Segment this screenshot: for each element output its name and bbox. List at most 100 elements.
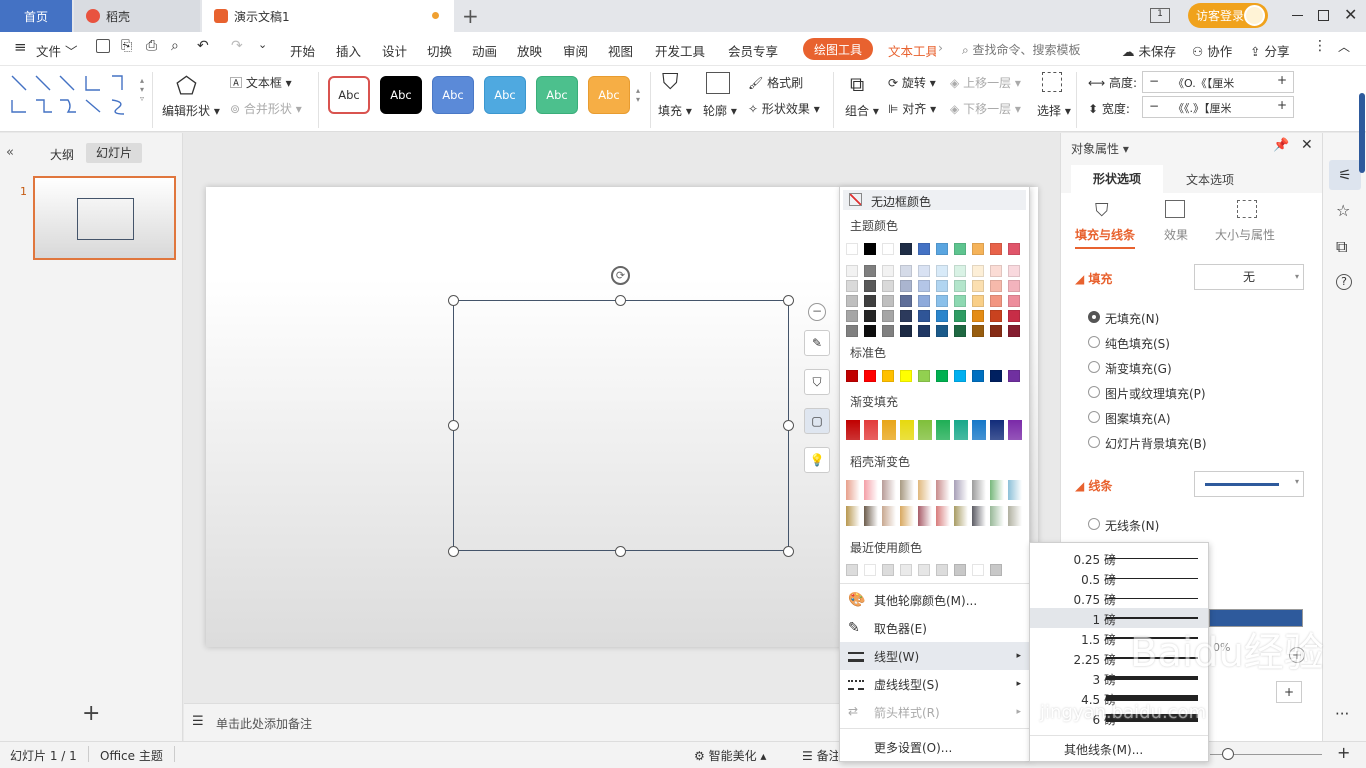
send-backward-button[interactable]: ◈ 下移一层 ▾ (950, 100, 1021, 117)
fill-radio[interactable] (1088, 436, 1100, 448)
add-tab-button[interactable]: + (462, 4, 479, 28)
theme-tint-swatch[interactable] (936, 280, 948, 292)
theme-tint-swatch[interactable] (900, 295, 912, 307)
gradient-fill-swatch[interactable] (882, 420, 896, 440)
standard-color-swatch[interactable] (918, 370, 930, 382)
tab-member[interactable]: 会员专享 (728, 41, 778, 60)
recent-color-swatch[interactable] (936, 564, 948, 576)
theme-color-swatch[interactable] (936, 243, 948, 255)
standard-color-swatch[interactable] (900, 370, 912, 382)
shape-style-sample[interactable]: Abc (536, 76, 578, 114)
daoke-gradient-swatch[interactable] (1008, 480, 1022, 500)
resize-handle-se[interactable] (783, 546, 794, 557)
tab-review[interactable]: 审阅 (563, 41, 588, 60)
more-outline-colors-item[interactable]: 🎨 其他轮廓颜色(M)... (840, 586, 1029, 614)
fill-option-label[interactable]: 图案填充(A) (1105, 410, 1171, 427)
resize-handle-n[interactable] (615, 295, 626, 306)
share-link-icon[interactable]: ⎘ (121, 38, 132, 54)
gradient-fill-swatch[interactable] (936, 420, 950, 440)
theme-color-swatch[interactable] (1008, 243, 1020, 255)
recent-color-swatch[interactable] (954, 564, 966, 576)
visitor-login-button[interactable]: 访客登录 (1188, 3, 1268, 28)
tab-shape-options[interactable]: 形状选项 (1071, 165, 1163, 193)
daoke-gradient-swatch[interactable] (936, 480, 950, 500)
theme-tint-swatch[interactable] (846, 295, 858, 307)
fill-radio[interactable] (1088, 311, 1100, 323)
tab-animation[interactable]: 动画 (472, 41, 497, 60)
zoom-in-icon[interactable]: + (1337, 743, 1350, 762)
resize-handle-s[interactable] (615, 546, 626, 557)
shape-style-sample[interactable]: Abc (588, 76, 630, 114)
theme-tint-swatch[interactable] (900, 265, 912, 277)
close-icon[interactable]: ✕ (1344, 5, 1357, 24)
scroll-tabs-icon[interactable]: › (938, 40, 943, 55)
line-weight-option[interactable]: 0.75 磅 (1030, 588, 1208, 608)
panel-close-icon[interactable]: ✕ (1301, 137, 1313, 153)
daoke-gradient-swatch[interactable] (918, 506, 932, 526)
height-decrement-icon[interactable]: − (1149, 74, 1159, 88)
select-button[interactable]: 选择 ▾ (1037, 102, 1071, 119)
standard-color-swatch[interactable] (990, 370, 1002, 382)
theme-tint-swatch[interactable] (1008, 310, 1020, 322)
theme-tint-swatch[interactable] (846, 310, 858, 322)
gradient-fill-swatch[interactable] (1008, 420, 1022, 440)
line-weight-option[interactable]: 6 磅 (1030, 708, 1208, 728)
shape-style-sample[interactable]: Abc (432, 76, 474, 114)
recent-color-swatch[interactable] (864, 564, 876, 576)
theme-tint-swatch[interactable] (900, 310, 912, 322)
theme-tint-swatch[interactable] (954, 280, 966, 292)
theme-tint-swatch[interactable] (882, 280, 894, 292)
daoke-gradient-swatch[interactable] (990, 480, 1004, 500)
fill-option-label[interactable]: 纯色填充(S) (1105, 335, 1170, 352)
theme-tint-swatch[interactable] (882, 295, 894, 307)
line-radio[interactable] (1088, 518, 1100, 530)
redo-icon[interactable]: ↷ (231, 38, 243, 54)
print-preview-icon[interactable]: ⌕ (171, 38, 179, 54)
theme-color-swatch[interactable] (918, 243, 930, 255)
tab-insert[interactable]: 插入 (336, 41, 361, 60)
theme-tint-swatch[interactable] (918, 280, 930, 292)
minimize-icon[interactable] (1292, 15, 1303, 16)
copy-icon[interactable]: ⧉ (1336, 237, 1347, 257)
line-section-header[interactable]: ◢ 线条 (1075, 477, 1112, 494)
theme-tint-swatch[interactable] (990, 310, 1002, 322)
float-fill-icon[interactable]: ⛉ (804, 369, 830, 395)
gradient-fill-swatch[interactable] (846, 420, 860, 440)
align-button[interactable]: ⊫ 对齐 ▾ (888, 100, 936, 117)
height-stepper[interactable]: − 《O.《【厘米 + (1142, 71, 1294, 93)
line-weight-option[interactable]: 2.25 磅 (1030, 648, 1208, 668)
theme-tint-swatch[interactable] (918, 265, 930, 277)
theme-color-swatch[interactable] (864, 243, 876, 255)
tab-daoke[interactable]: 稻壳 (74, 0, 200, 32)
selected-rectangle-shape[interactable] (453, 300, 789, 551)
theme-tint-swatch[interactable] (954, 295, 966, 307)
line-weight-option[interactable]: 1.5 磅 (1030, 628, 1208, 648)
theme-tint-swatch[interactable] (1008, 325, 1020, 337)
line-type-item[interactable]: 线型(W) ▸ (840, 642, 1029, 670)
fill-radio[interactable] (1088, 336, 1100, 348)
daoke-gradient-swatch[interactable] (864, 506, 878, 526)
theme-tint-swatch[interactable] (882, 325, 894, 337)
recent-color-swatch[interactable] (882, 564, 894, 576)
rotate-button[interactable]: ⟳ 旋转 ▾ (888, 74, 936, 91)
theme-tint-swatch[interactable] (954, 265, 966, 277)
more-options-icon[interactable]: ··· (1335, 705, 1349, 723)
daoke-gradient-swatch[interactable] (918, 480, 932, 500)
file-menu[interactable]: 文件 ﹀ (36, 41, 78, 60)
more-icon[interactable]: ⋮ (1313, 38, 1327, 54)
theme-tint-swatch[interactable] (864, 295, 876, 307)
style-brush-icon[interactable]: ✎ (804, 330, 830, 356)
no-border-color-item[interactable]: 无边框颜色 (843, 190, 1026, 210)
daoke-gradient-swatch[interactable] (846, 506, 860, 526)
shape-effects-button[interactable]: ✧ 形状效果 ▾ (748, 100, 820, 117)
dash-type-item[interactable]: 虚线线型(S) ▸ (840, 670, 1029, 698)
pin-icon[interactable]: 📌 (1273, 138, 1289, 153)
standard-color-swatch[interactable] (954, 370, 966, 382)
gallery-scroll-icon[interactable]: ▴ ▾ ▿ (140, 76, 144, 103)
format-painter-button[interactable]: 🖌 格式刷 (748, 74, 803, 91)
resize-handle-sw[interactable] (448, 546, 459, 557)
width-decrement-icon[interactable]: − (1149, 99, 1159, 113)
theme-tint-swatch[interactable] (918, 295, 930, 307)
tab-text-tools[interactable]: 文本工具 (888, 41, 936, 60)
standard-color-swatch[interactable] (846, 370, 858, 382)
